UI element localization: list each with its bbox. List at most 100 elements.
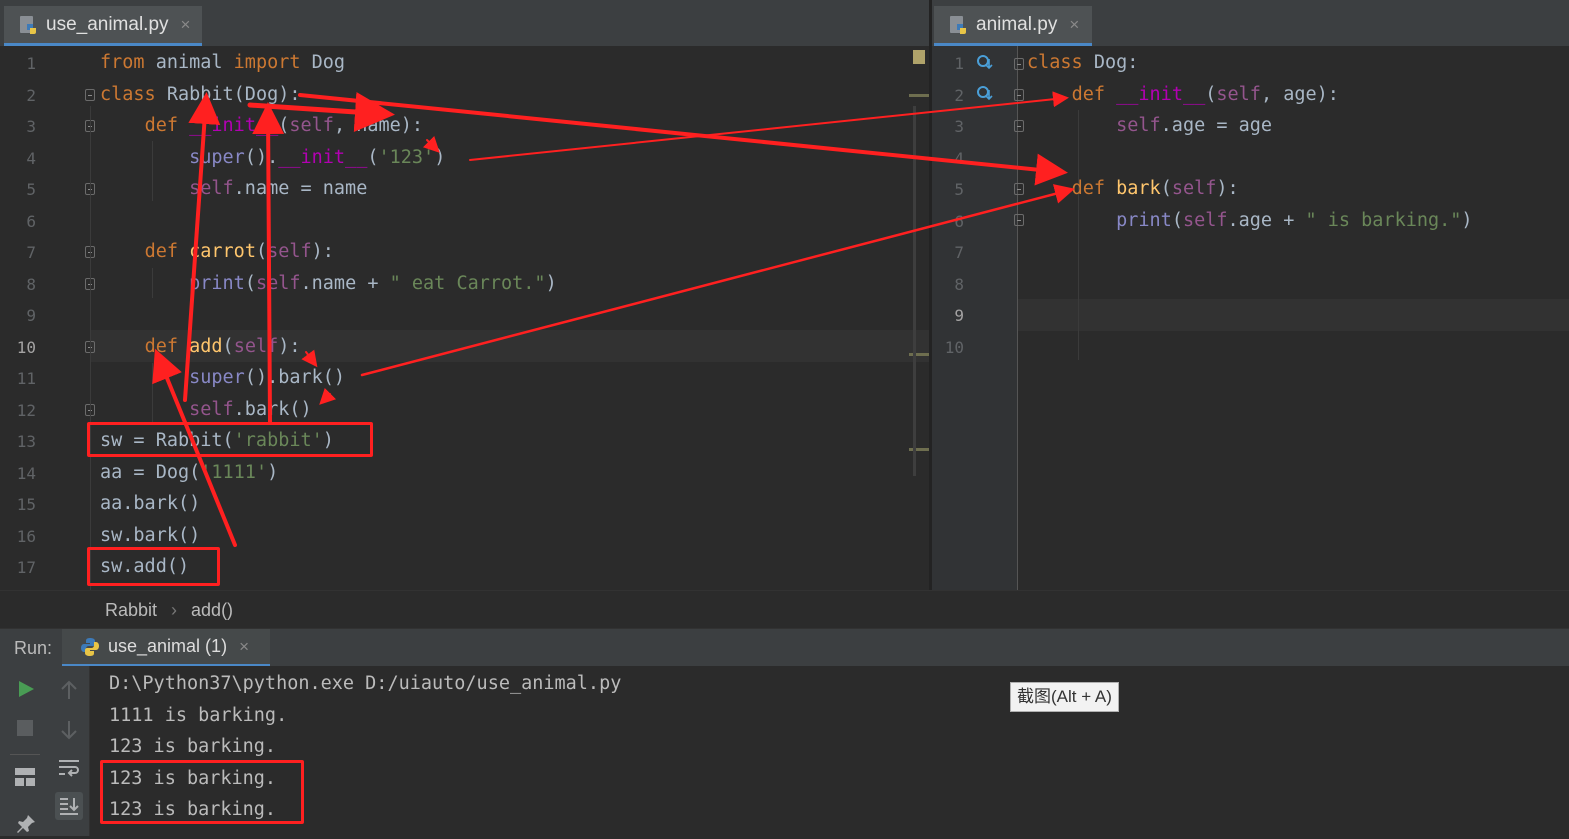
console-line: 1111 is barking. <box>109 704 288 726</box>
scrollbar-track[interactable] <box>913 106 916 476</box>
line-number: 16 <box>16 526 36 546</box>
fold-marker[interactable] <box>1014 58 1024 70</box>
breadcrumb-method[interactable]: add() <box>191 600 233 621</box>
line-number: 7 <box>26 243 36 262</box>
line-number: 7 <box>954 243 964 262</box>
code-line[interactable]: def bark(self): <box>1027 173 1239 205</box>
tab-use-animal[interactable]: use_animal.py × <box>4 6 202 46</box>
console-line: 123 is barking. <box>109 736 277 757</box>
fold-marker[interactable] <box>1014 89 1024 101</box>
python-file-icon <box>948 15 968 35</box>
code-line[interactable]: def add(self): <box>100 331 301 363</box>
line-number: 14 <box>16 463 36 483</box>
code-line[interactable]: def __init__(self, age): <box>1027 79 1339 111</box>
run-toolbar <box>0 666 49 836</box>
soft-wrap-icon[interactable] <box>58 758 80 783</box>
line-number: 15 <box>16 495 36 514</box>
line-number: 11 <box>16 369 36 388</box>
code-line[interactable]: print(self.name + " eat Carrot.") <box>100 268 557 300</box>
right-editor[interactable]: 1 2 3 4 5 6 7 8 9 10 class Dog: def __in… <box>932 46 1569 590</box>
code-line[interactable]: class Rabbit(Dog): <box>100 79 301 111</box>
line-number: 6 <box>26 211 36 231</box>
left-editor[interactable]: 1 2 3 4 5 6 7 8 9 10 11 12 13 14 15 16 1… <box>0 46 929 590</box>
line-number: 4 <box>26 148 36 168</box>
toolbar-divider <box>10 754 40 755</box>
code-line[interactable]: self.bark() <box>100 394 312 426</box>
scroll-to-end-icon[interactable] <box>55 792 83 820</box>
indent-guide <box>90 106 91 590</box>
line-number: 10 <box>16 337 36 357</box>
line-number: 3 <box>26 117 36 136</box>
line-number: 1 <box>26 54 36 73</box>
line-number: 4 <box>954 148 964 168</box>
run-tab[interactable]: use_animal (1) × <box>62 629 270 667</box>
fold-marker[interactable] <box>1014 120 1024 132</box>
run-toolbar-secondary <box>49 666 90 836</box>
tab-animal[interactable]: animal.py × <box>934 6 1092 46</box>
code-line[interactable]: self.name = name <box>100 173 367 205</box>
line-number: 5 <box>26 180 36 199</box>
console-output[interactable]: D:\Python37\python.exe D:/uiauto/use_ani… <box>90 666 1569 836</box>
code-line[interactable]: class Dog: <box>1027 47 1138 79</box>
line-number: 9 <box>26 306 36 325</box>
line-number: 13 <box>16 432 36 451</box>
scrollbar-marker <box>909 94 929 97</box>
annotation-box <box>87 547 220 586</box>
line-number: 8 <box>26 274 36 294</box>
line-number: 2 <box>26 85 36 105</box>
run-panel-header: Run: use_animal (1) × <box>0 628 1569 667</box>
breadcrumb-class[interactable]: Rabbit <box>105 600 157 621</box>
scrollbar-marker <box>913 50 925 64</box>
breadcrumb-separator: › <box>171 599 178 620</box>
tab-label: animal.py <box>976 13 1058 35</box>
down-arrow-icon[interactable] <box>60 720 78 745</box>
current-line-highlight <box>1017 299 1569 331</box>
line-number: 10 <box>944 337 964 357</box>
line-number: 5 <box>954 180 964 199</box>
close-icon[interactable]: × <box>239 637 249 657</box>
pin-icon[interactable] <box>16 814 36 839</box>
run-icon[interactable] <box>17 680 35 703</box>
right-tab-strip: animal.py × <box>932 0 1569 47</box>
python-icon <box>80 637 100 657</box>
line-number: 9 <box>954 306 964 325</box>
code-line[interactable]: print(self.age + " is barking.") <box>1027 205 1472 237</box>
up-arrow-icon[interactable] <box>60 680 78 705</box>
line-number: 3 <box>954 117 964 136</box>
close-icon[interactable]: × <box>181 15 191 35</box>
scrollbar-marker <box>909 353 929 356</box>
line-number: 1 <box>954 54 964 73</box>
run-label: Run: <box>14 638 53 658</box>
code-line[interactable]: aa = Dog('1111') <box>100 457 278 489</box>
fold-marker[interactable] <box>1014 183 1024 195</box>
close-icon[interactable]: × <box>1069 15 1079 35</box>
console-line: D:\Python37\python.exe D:/uiauto/use_ani… <box>109 673 622 694</box>
code-line[interactable]: super().__init__('123') <box>100 142 445 174</box>
tab-label: use_animal.py <box>46 13 169 35</box>
stop-icon[interactable] <box>17 720 33 736</box>
scrollbar-marker <box>909 448 929 451</box>
line-number: 17 <box>16 558 36 577</box>
line-number: 6 <box>954 211 964 231</box>
python-file-icon <box>18 15 38 35</box>
implemented-icon[interactable] <box>977 55 993 71</box>
code-line[interactable]: def carrot(self): <box>100 236 334 268</box>
annotation-box <box>100 760 304 824</box>
fold-marker[interactable] <box>85 89 95 101</box>
line-number: 2 <box>954 85 964 105</box>
code-line[interactable]: super().bark() <box>100 362 345 394</box>
left-tab-strip: use_animal.py × <box>0 0 929 47</box>
fold-marker[interactable] <box>1014 214 1024 226</box>
code-line[interactable]: from animal import Dog <box>100 47 345 79</box>
code-line[interactable]: self.age = age <box>1027 110 1272 142</box>
breadcrumb: Rabbit › add() <box>0 590 1569 629</box>
line-number: 8 <box>954 274 964 294</box>
line-number: 12 <box>16 400 36 420</box>
implemented-icon[interactable] <box>977 86 993 102</box>
annotation-box <box>87 422 373 457</box>
code-line[interactable]: def __init__(self, name): <box>100 110 423 142</box>
run-tab-label: use_animal (1) <box>108 636 228 656</box>
screenshot-tooltip: 截图(Alt + A) <box>1010 682 1119 712</box>
code-line[interactable]: aa.bark() <box>100 488 200 520</box>
layout-icon[interactable] <box>15 768 35 791</box>
